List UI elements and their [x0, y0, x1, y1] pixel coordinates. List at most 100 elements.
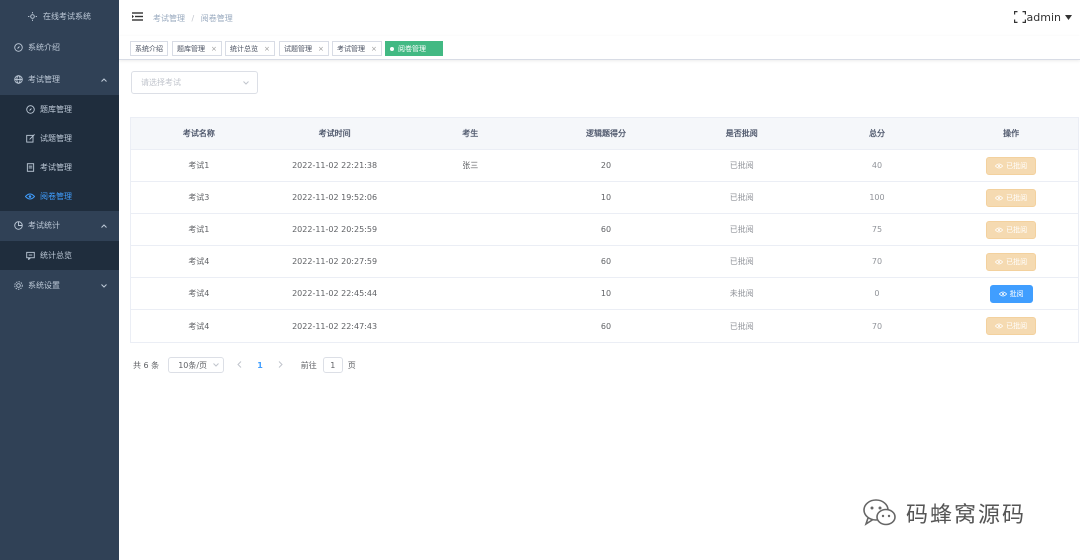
- active-dot-icon: [390, 46, 394, 51]
- sidebar-item-grading[interactable]: 阅卷管理: [0, 182, 119, 211]
- page-size-select[interactable]: 10条/页: [168, 357, 225, 373]
- wechat-icon: [863, 499, 896, 526]
- exam-select-placeholder: 请选择考试: [141, 78, 181, 87]
- status-cell: 已批阅: [729, 193, 754, 202]
- student-cell: [402, 310, 538, 342]
- next-page-icon[interactable]: [278, 360, 283, 370]
- tag-question-management[interactable]: 试题管理 ×: [279, 41, 329, 56]
- sidebar-item-intro[interactable]: 系统介绍: [0, 33, 119, 62]
- eye-icon: [25, 192, 35, 202]
- exam-time-cell: 2022-11-02 20:27:59: [292, 257, 378, 266]
- tag-label: 题库管理: [177, 44, 205, 53]
- tag-question-bank[interactable]: 题库管理 ×: [172, 41, 222, 56]
- page-number-current[interactable]: 1: [257, 361, 263, 370]
- sidebar-item-exam-management[interactable]: 考试管理: [0, 65, 119, 94]
- total-score-cell: 70: [871, 321, 883, 331]
- exam-time-cell: 2022-11-02 22:47:43: [292, 321, 378, 331]
- sidebar-logo[interactable]: 在线考试系统: [0, 0, 119, 32]
- compass-icon: [25, 105, 35, 115]
- status-cell: 未批阅: [729, 289, 754, 298]
- globe-icon: [13, 75, 23, 85]
- reviewed-button[interactable]: 已批阅: [986, 220, 1037, 239]
- tag-stats-overview[interactable]: 统计总览 ×: [225, 41, 275, 56]
- sun-icon: [28, 11, 37, 21]
- student-cell: [402, 214, 538, 245]
- exam-name-cell: 考试4: [188, 321, 210, 331]
- exam-time-cell: 2022-11-02 22:45:44: [292, 289, 378, 298]
- goto-label: 前往: [300, 360, 317, 370]
- table-row: 考试1 2022-11-02 22:21:38 张三 20 已批阅 40 已批阅: [131, 150, 1078, 182]
- chat-icon: [25, 251, 35, 261]
- student-cell: 张三: [462, 161, 479, 170]
- tag-grading[interactable]: 阅卷管理: [385, 41, 443, 56]
- sidebar-item-label: 试题管理: [40, 134, 72, 143]
- total-score-cell: 75: [871, 225, 883, 234]
- pagination-total: 共 6 条: [133, 360, 160, 370]
- sidebar-item-system-settings[interactable]: 系统设置: [0, 271, 119, 300]
- close-icon[interactable]: ×: [371, 45, 377, 53]
- sidebar-item-question-bank[interactable]: 题库管理: [0, 95, 119, 124]
- table-row: 考试3 2022-11-02 19:52:06 10 已批阅 100 已批阅: [131, 182, 1078, 214]
- column-header: 考生: [462, 129, 479, 138]
- sidebar-item-stats-overview[interactable]: 统计总览: [0, 241, 119, 270]
- eye-icon: [995, 227, 1004, 232]
- total-score-cell: 40: [871, 161, 883, 170]
- logic-score-cell: 10: [600, 193, 612, 202]
- sidebar-item-exam-sub[interactable]: 考试管理: [0, 153, 119, 182]
- eye-icon: [998, 291, 1007, 296]
- chevron-down-icon: [101, 281, 107, 290]
- table-row: 考试4 2022-11-02 22:45:44 10 未批阅 0 批阅: [131, 278, 1078, 310]
- prev-page-icon[interactable]: [237, 360, 242, 370]
- pie-chart-icon: [13, 221, 23, 231]
- tag-label: 统计总览: [230, 44, 258, 53]
- reviewed-button[interactable]: 已批阅: [986, 317, 1037, 335]
- sidebar-item-question-management[interactable]: 试题管理: [0, 124, 119, 153]
- exam-select[interactable]: 请选择考试: [131, 71, 258, 94]
- action-cell: 批阅: [944, 278, 1078, 309]
- sidebar-item-label: 考试管理: [28, 75, 60, 84]
- close-icon[interactable]: ×: [318, 45, 324, 53]
- breadcrumb-item-current: 阅卷管理: [200, 14, 233, 23]
- chevron-up-icon: [101, 75, 107, 84]
- chevron-up-icon: [101, 221, 107, 230]
- breadcrumb-item[interactable]: 考试管理: [153, 14, 185, 23]
- breadcrumb: 考试管理 / 阅卷管理: [153, 13, 233, 24]
- student-cell: [402, 278, 538, 309]
- review-button[interactable]: 批阅: [989, 284, 1033, 303]
- caret-down-icon: [1065, 15, 1072, 20]
- logic-score-cell: 60: [600, 321, 612, 331]
- grading-table: 考试名称 考试时间 考生 逻辑题得分 是否批阅 总分 操作 考试1 2022-1…: [130, 117, 1079, 343]
- logic-score-cell: 60: [600, 257, 612, 266]
- tag-intro[interactable]: 系统介绍: [130, 41, 168, 56]
- close-icon[interactable]: ×: [264, 45, 270, 53]
- reviewed-button[interactable]: 已批阅: [986, 252, 1037, 271]
- tag-exam-management[interactable]: 考试管理 ×: [332, 41, 382, 56]
- goto-page-value: 1: [330, 360, 336, 370]
- button-label: 已批阅: [1006, 225, 1028, 234]
- reviewed-button[interactable]: 已批阅: [986, 156, 1037, 175]
- exam-name-cell: 考试3: [188, 193, 210, 202]
- close-icon[interactable]: ×: [211, 45, 217, 53]
- sidebar-item-label: 考试管理: [40, 163, 72, 172]
- goto-page-input[interactable]: 1: [322, 357, 343, 373]
- exam-time-cell: 2022-11-02 20:25:59: [292, 225, 378, 234]
- gear-icon: [13, 281, 23, 291]
- chevron-down-icon: [243, 79, 249, 87]
- reviewed-button[interactable]: 已批阅: [986, 188, 1037, 207]
- user-menu[interactable]: admin: [1027, 11, 1072, 24]
- fullscreen-icon[interactable]: [1014, 11, 1026, 23]
- eye-icon: [995, 195, 1004, 200]
- tag-label: 阅卷管理: [398, 44, 426, 53]
- status-cell: 已批阅: [729, 161, 754, 170]
- exam-name-cell: 考试1: [188, 161, 210, 170]
- sidebar-item-exam-stats[interactable]: 考试统计: [0, 211, 119, 240]
- hamburger-icon[interactable]: [132, 12, 143, 21]
- watermark-text: 码蜂窝源码: [906, 503, 1027, 528]
- logic-score-cell: 10: [600, 289, 612, 298]
- exam-name-cell: 考试4: [188, 257, 210, 266]
- button-label: 批阅: [1009, 289, 1024, 298]
- action-cell: 已批阅: [944, 182, 1078, 213]
- column-header: 逻辑题得分: [586, 129, 627, 138]
- button-label: 已批阅: [1006, 257, 1028, 266]
- table-row: 考试4 2022-11-02 20:27:59 60 已批阅 70 已批阅: [131, 246, 1078, 278]
